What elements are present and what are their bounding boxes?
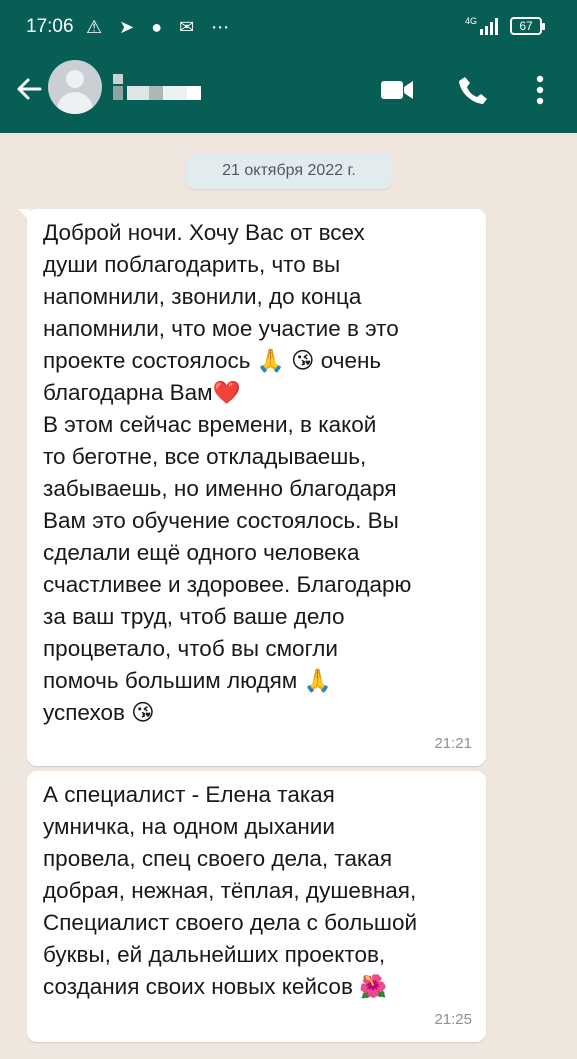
- notification-icons: ⚠ ➤ ● ✉ ⋯: [86, 17, 236, 37]
- battery-icon: 67: [510, 17, 545, 35]
- network-type: 4G: [465, 16, 477, 26]
- phone-icon[interactable]: [457, 74, 489, 106]
- signal-icon: 4G: [465, 16, 498, 35]
- message-text: А специалист - Елена такая умничка, на о…: [43, 782, 418, 999]
- message-time: 21:25: [434, 1011, 472, 1028]
- message-bubble[interactable]: А специалист - Елена такая умничка, на о…: [27, 771, 486, 1042]
- contact-name-redacted[interactable]: [113, 72, 203, 102]
- contact-avatar[interactable]: [48, 60, 102, 114]
- arrow-left-icon[interactable]: [14, 74, 44, 104]
- more-vertical-icon[interactable]: [535, 75, 545, 105]
- chat-header: 17:06 ⚠ ➤ ● ✉ ⋯ 4G 67: [0, 0, 577, 133]
- status-time: 17:06: [26, 16, 74, 37]
- video-camera-icon[interactable]: [380, 77, 414, 103]
- date-divider: 21 октября 2022 г.: [186, 153, 392, 189]
- status-bar: 17:06 ⚠ ➤ ● ✉ ⋯ 4G 67: [0, 0, 577, 54]
- message-bubble[interactable]: Доброй ночи. Хочу Вас от всех души побла…: [18, 209, 486, 766]
- battery-level: 67: [519, 19, 533, 33]
- message-text: Доброй ночи. Хочу Вас от всех души побла…: [43, 220, 412, 725]
- default-avatar-icon: [66, 70, 84, 88]
- message-time: 21:21: [434, 735, 472, 752]
